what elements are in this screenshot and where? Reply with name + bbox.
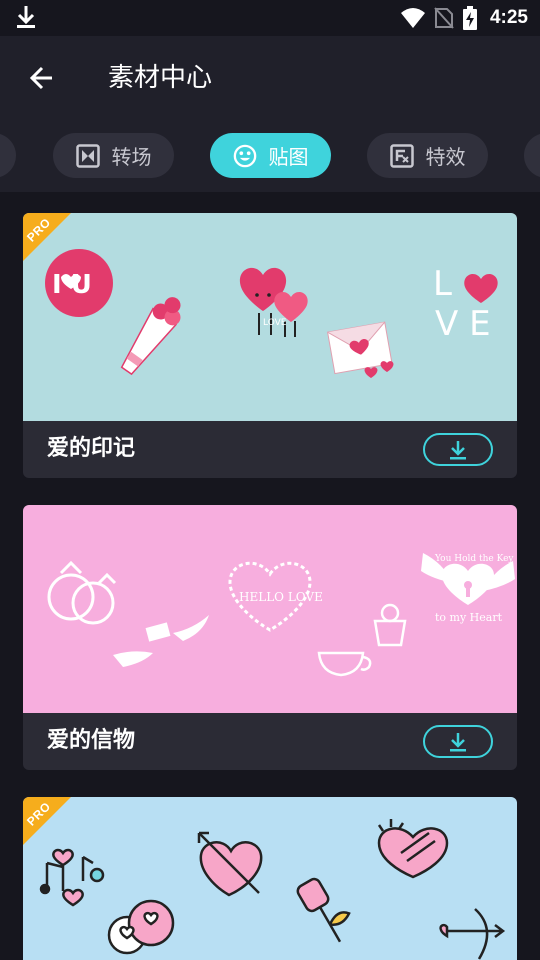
card-title: 爱的印记 <box>47 436 136 461</box>
battery-charging-icon <box>462 6 477 30</box>
effect-icon <box>389 143 414 168</box>
card-footer: 爱的印记 <box>23 421 517 478</box>
wifi-icon <box>400 8 425 28</box>
material-card[interactable]: PRO <box>23 797 517 960</box>
back-button[interactable] <box>24 60 60 96</box>
key-script-text: You Hold the Key <box>434 554 514 564</box>
love-letter-l: L <box>433 264 452 304</box>
heart-script-text: to my Heart <box>435 611 503 624</box>
material-list: I U LOVE L V E PRO 爱的印记 HELLO LOVE You H… <box>0 192 540 960</box>
smiley-icon <box>233 144 257 168</box>
tab-stickers[interactable]: 贴图 <box>210 133 331 178</box>
material-card[interactable]: HELLO LOVE You Hold the Key to my Heart … <box>23 505 517 770</box>
card-thumbnail: PRO <box>23 797 517 960</box>
download-icon <box>450 440 466 459</box>
sticker-preview-art: HELLO LOVE You Hold the Key to my Heart <box>47 553 515 677</box>
card-footer: 爱的信物 <box>23 713 517 770</box>
card-thumbnail: HELLO LOVE You Hold the Key to my Heart <box>23 505 517 713</box>
tab-effects[interactable]: 特效 <box>367 133 488 178</box>
category-tabs: 转场 贴图 特效 <box>0 120 540 192</box>
card-thumbnail: I U LOVE L V E PRO <box>23 213 517 421</box>
page-title: 素材中心 <box>108 63 213 93</box>
love-letters-ve: V E <box>435 304 491 344</box>
arrow-left-icon <box>29 66 52 90</box>
card-title: 爱的信物 <box>47 728 136 753</box>
no-sim-icon <box>434 7 454 29</box>
download-button[interactable] <box>423 725 493 758</box>
sticker-preview-art: I U LOVE L V E <box>45 249 498 378</box>
tab-partial-left[interactable] <box>0 133 16 178</box>
tab-label: 贴图 <box>268 145 309 169</box>
hello-love-text: HELLO LOVE <box>239 590 323 604</box>
status-bar: 4:25 <box>0 0 540 36</box>
tab-transition[interactable]: 转场 <box>53 133 174 178</box>
heart-love-text: LOVE <box>263 318 287 328</box>
download-icon <box>17 6 35 28</box>
download-button[interactable] <box>423 433 493 466</box>
app-bar: 素材中心 <box>0 36 540 120</box>
tab-partial-right[interactable] <box>524 133 540 178</box>
transition-icon <box>75 143 100 168</box>
material-card[interactable]: I U LOVE L V E PRO 爱的印记 <box>23 213 517 478</box>
clock: 4:25 <box>489 7 528 28</box>
download-icon <box>450 732 466 751</box>
sticker-preview-art <box>39 819 506 960</box>
tab-label: 转场 <box>111 145 152 169</box>
tab-label: 特效 <box>425 145 466 169</box>
